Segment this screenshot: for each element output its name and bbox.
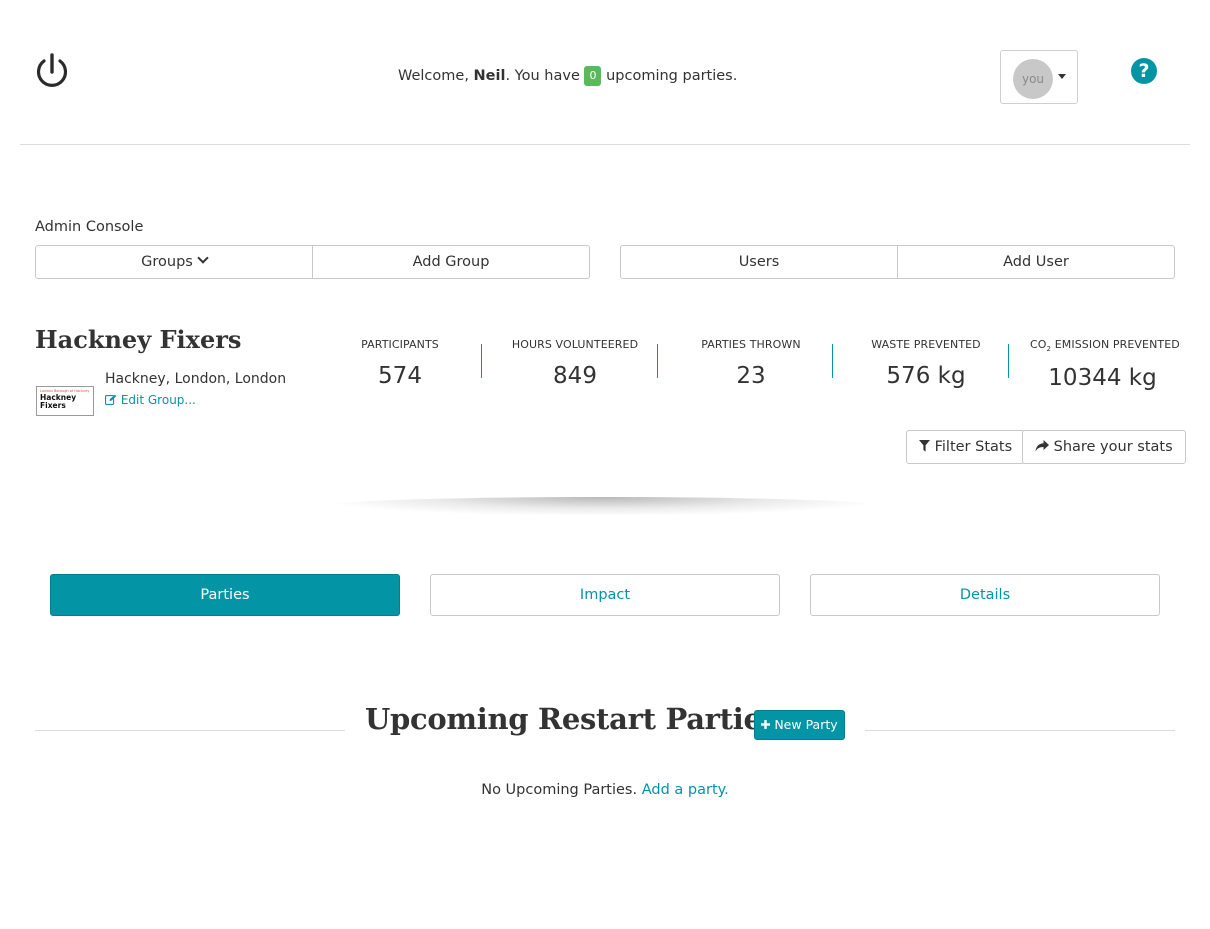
stat-label: CO2 EMISSION PREVENTED <box>1030 338 1180 353</box>
welcome-message: Welcome, Neil. You have 0 upcoming parti… <box>398 66 737 86</box>
group-logo: London Borough of Hackney Hackney Fixers <box>36 386 94 416</box>
stat-label-suffix: EMISSION PREVENTED <box>1051 338 1180 351</box>
admin-console-title: Admin Console <box>35 219 144 235</box>
stat-value: 10344 kg <box>1048 365 1157 392</box>
tab-parties[interactable]: Parties <box>50 574 400 616</box>
stat-hours-volunteered: HOURS VOLUNTEERED 849 <box>505 338 645 389</box>
stat-co2-prevented: CO2 EMISSION PREVENTED 10344 kg <box>1030 338 1180 392</box>
filter-stats-button[interactable]: Filter Stats <box>906 430 1026 464</box>
groups-button-group: Groups Add Group <box>35 245 590 279</box>
share-stats-label: Share your stats <box>1053 439 1173 455</box>
stat-value: 576 kg <box>886 363 966 389</box>
stat-parties-thrown: PARTIES THROWN 23 <box>690 338 812 389</box>
tab-impact[interactable]: Impact <box>430 574 780 616</box>
tab-details[interactable]: Details <box>810 574 1160 616</box>
section-rule-right <box>865 730 1175 731</box>
user-menu-button[interactable]: you <box>1000 50 1078 104</box>
welcome-suffix: upcoming parties. <box>601 68 738 84</box>
stat-divider <box>1008 344 1009 378</box>
section-shadow-divider <box>325 497 880 515</box>
stat-waste-prevented: WASTE PREVENTED 576 kg <box>862 338 990 389</box>
add-party-link[interactable]: Add a party. <box>642 782 729 798</box>
stat-label: PARTIES THROWN <box>701 338 801 351</box>
welcome-prefix: Welcome, <box>398 68 474 84</box>
upcoming-count-badge: 0 <box>584 66 602 86</box>
add-group-button[interactable]: Add Group <box>312 245 590 279</box>
welcome-middle: . You have <box>505 68 585 84</box>
edit-group-label: Edit Group... <box>120 393 196 407</box>
stat-participants: PARTICIPANTS 574 <box>345 338 455 389</box>
stat-value: 849 <box>553 363 597 389</box>
group-name: Hackney Fixers <box>35 325 242 354</box>
upcoming-parties-title: Upcoming Restart Parties <box>365 702 778 736</box>
stat-divider <box>832 344 833 378</box>
group-location: Hackney, London, London <box>105 371 287 387</box>
groups-dropdown-button[interactable]: Groups <box>35 245 313 279</box>
stat-value: 574 <box>378 363 422 389</box>
filter-icon <box>919 440 930 452</box>
avatar: you <box>1013 59 1053 99</box>
users-button-group: Users Add User <box>620 245 1175 279</box>
header-divider <box>20 144 1190 145</box>
no-upcoming-message: No Upcoming Parties. Add a party. <box>0 782 1210 798</box>
filter-stats-label: Filter Stats <box>934 439 1013 455</box>
empty-text: No Upcoming Parties. <box>481 782 642 798</box>
user-name: Neil <box>473 68 506 84</box>
share-icon <box>1035 440 1049 452</box>
add-user-button[interactable]: Add User <box>897 245 1175 279</box>
stat-value: 23 <box>736 363 766 389</box>
groups-label: Groups <box>141 254 193 270</box>
question-mark-icon[interactable]: ? <box>1131 58 1157 84</box>
new-party-button[interactable]: New Party <box>754 710 845 740</box>
section-rule-left <box>35 730 345 731</box>
new-party-label: New Party <box>774 717 838 732</box>
share-stats-button[interactable]: Share your stats <box>1022 430 1186 464</box>
edit-group-link[interactable]: Edit Group... <box>105 393 196 407</box>
stat-divider <box>657 344 658 378</box>
group-logo-line2: Fixers <box>40 401 66 410</box>
users-button[interactable]: Users <box>620 245 898 279</box>
power-logo-icon[interactable] <box>33 52 71 90</box>
stat-label: WASTE PREVENTED <box>871 338 981 351</box>
edit-icon <box>105 394 117 405</box>
caret-down-icon <box>1058 74 1066 79</box>
chevron-down-icon <box>197 252 209 264</box>
stat-label: HOURS VOLUNTEERED <box>511 338 639 351</box>
stat-label-prefix: CO <box>1030 338 1047 351</box>
plus-icon <box>761 720 771 729</box>
stat-label: PARTICIPANTS <box>361 338 439 351</box>
stat-divider <box>481 344 482 378</box>
